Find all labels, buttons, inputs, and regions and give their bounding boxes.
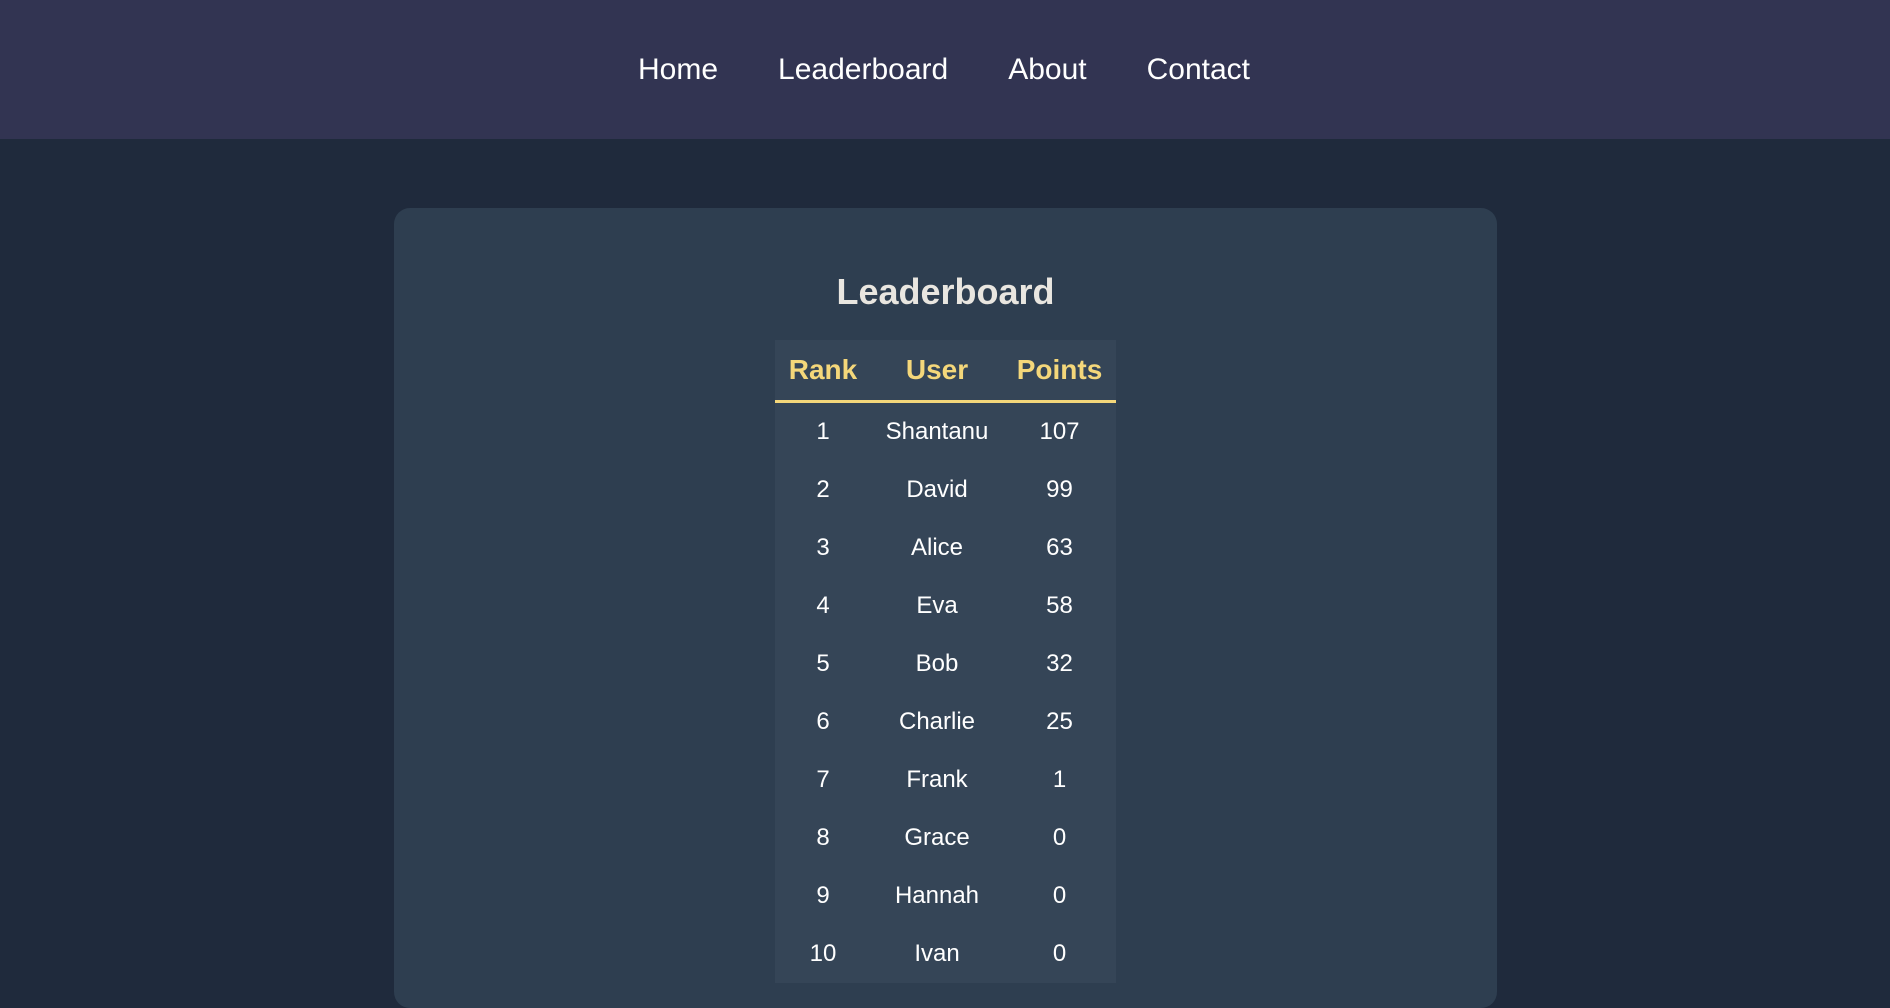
table-row: 1 Shantanu 107 [775, 402, 1116, 462]
nav-link-contact[interactable]: Contact [1147, 54, 1250, 85]
page-title: Leaderboard [836, 271, 1055, 312]
nav-link-leaderboard[interactable]: Leaderboard [778, 54, 948, 85]
user-cell: David [906, 476, 968, 503]
table-row: 9 Hannah 0 [775, 867, 1116, 925]
points-cell: 32 [1046, 650, 1073, 677]
rank-cell: 1 [816, 418, 830, 445]
table-row: 7 Frank 1 [775, 751, 1116, 809]
table-row: 2 David 99 [775, 461, 1116, 519]
user-cell: Frank [906, 766, 968, 793]
table-row: 10 Ivan 0 [775, 925, 1116, 983]
rank-cell: 8 [816, 824, 830, 851]
user-cell: Charlie [898, 708, 976, 735]
leaderboard-card: Leaderboard Rank User Points 1 Shantanu … [394, 208, 1497, 1008]
points-cell: 25 [1046, 708, 1073, 735]
top-navigation: Home Leaderboard About Contact [0, 0, 1890, 139]
points-cell: 0 [1052, 824, 1067, 851]
points-cell: 63 [1046, 534, 1073, 561]
rank-cell: 2 [816, 476, 830, 503]
leaderboard-table: Rank User Points 1 Shantanu 107 2 David … [775, 340, 1116, 983]
table-header: Rank User Points [775, 340, 1116, 403]
rank-cell: 7 [816, 766, 830, 793]
rank-cell: 10 [809, 940, 837, 967]
nav-links: Home Leaderboard About Contact [608, 54, 1280, 85]
rank-cell: 6 [816, 708, 830, 735]
header-row: Rank User Points [775, 340, 1116, 403]
table-body: 1 Shantanu 107 2 David 99 3 Alice 63 4 E… [775, 402, 1116, 984]
rank-cell: 9 [816, 882, 830, 909]
column-header-rank: Rank [775, 340, 871, 403]
user-cell: Hannah [894, 882, 980, 909]
points-cell: 1 [1052, 766, 1067, 793]
rank-cell: 3 [816, 534, 830, 561]
rank-cell: 5 [816, 650, 830, 677]
column-header-user: User [871, 340, 1003, 403]
points-cell: 58 [1046, 592, 1073, 619]
user-cell: Bob [915, 650, 959, 677]
user-cell: Eva [916, 592, 958, 619]
table-row: 3 Alice 63 [775, 519, 1116, 577]
user-cell: Shantanu [885, 418, 989, 445]
points-cell: 0 [1052, 882, 1067, 909]
table-row: 5 Bob 32 [775, 635, 1116, 693]
user-cell: Ivan [914, 940, 960, 967]
points-cell: 99 [1046, 476, 1073, 503]
rank-cell: 4 [816, 592, 830, 619]
table-row: 4 Eva 58 [775, 577, 1116, 635]
table-row: 8 Grace 0 [775, 809, 1116, 867]
user-cell: Alice [910, 534, 964, 561]
points-cell: 107 [1039, 418, 1080, 445]
column-header-points: Points [1003, 340, 1116, 403]
nav-link-about[interactable]: About [1008, 54, 1086, 85]
user-cell: Grace [904, 824, 970, 851]
nav-link-home[interactable]: Home [638, 54, 718, 85]
points-cell: 0 [1052, 940, 1067, 967]
table-row: 6 Charlie 25 [775, 693, 1116, 751]
